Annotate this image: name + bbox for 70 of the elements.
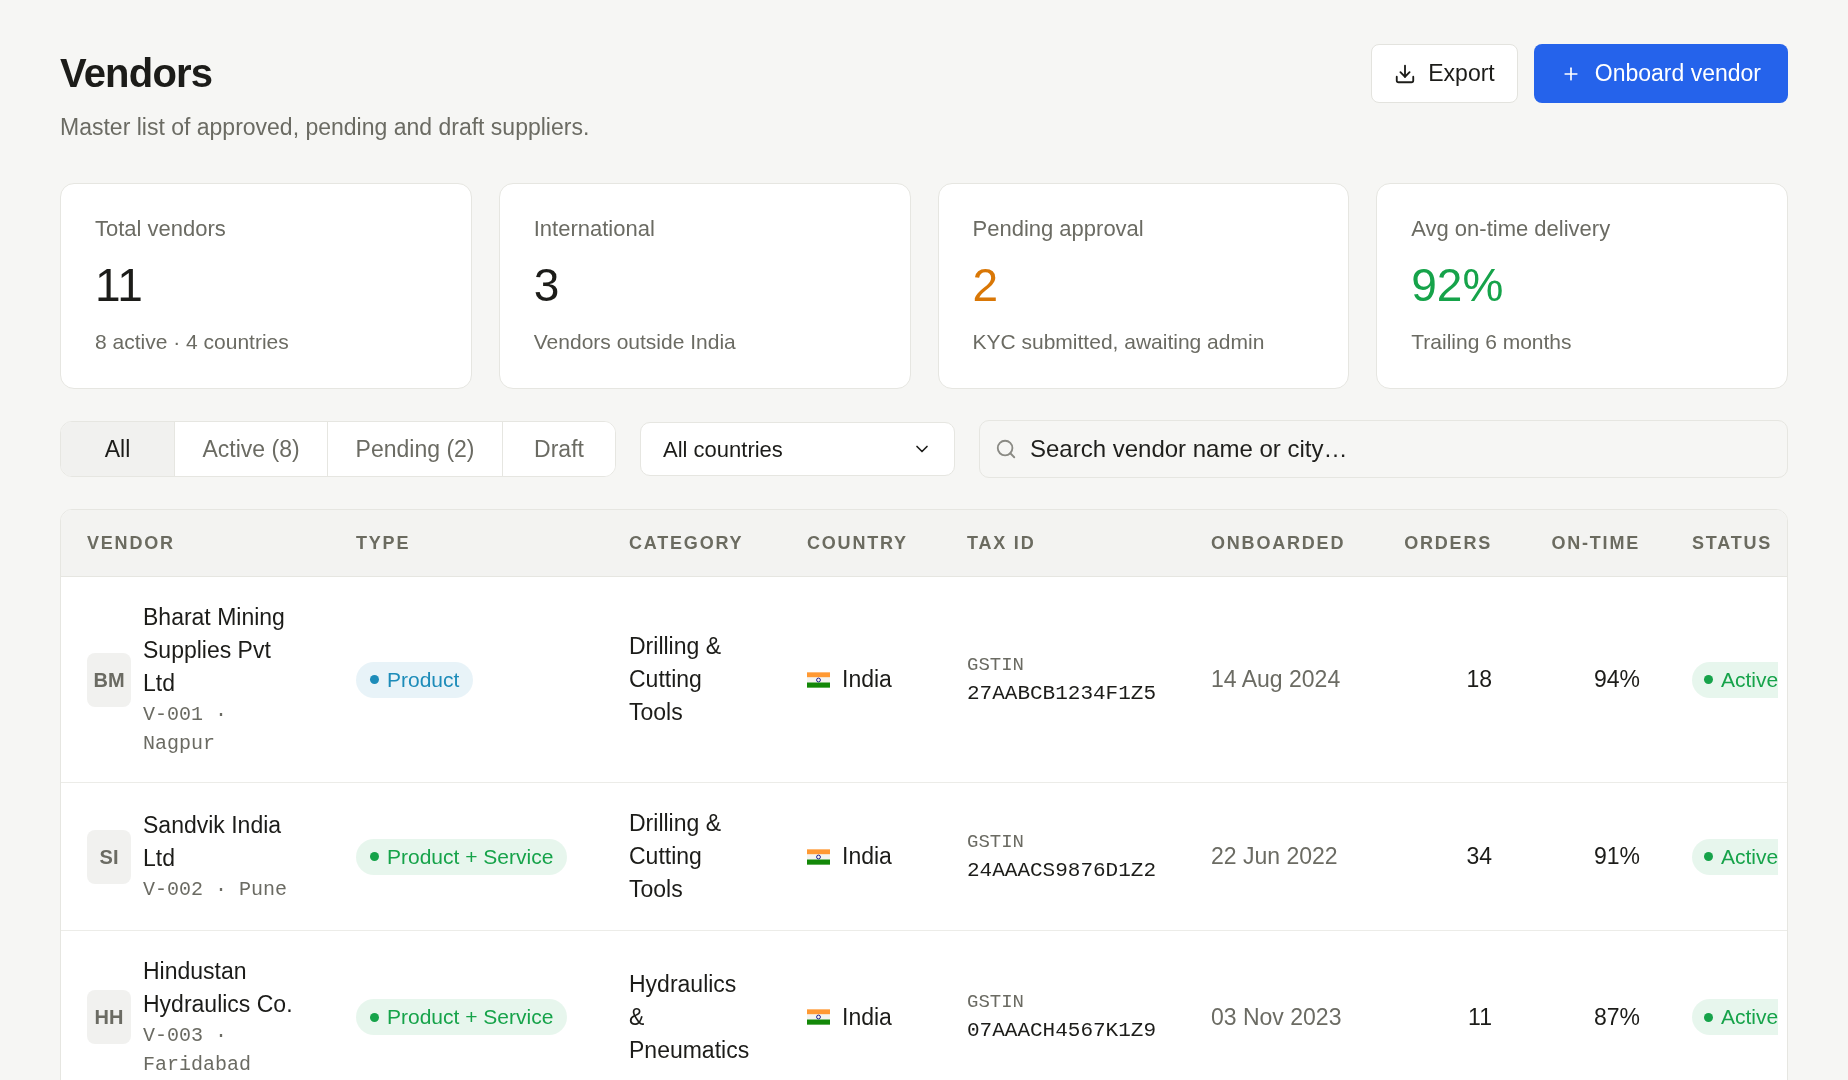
type-label: Product <box>387 666 460 693</box>
stat-value: 3 <box>533 259 560 311</box>
stat-value: 92% <box>1411 259 1504 311</box>
country-name: India <box>842 842 892 871</box>
on-time-rate: 94% <box>1593 665 1640 694</box>
stat-value: 2 <box>972 259 999 311</box>
stat-label: International <box>533 215 655 243</box>
status-label: Active <box>1721 1004 1779 1031</box>
status-label: Active <box>1721 666 1779 693</box>
stat-value: 11 <box>95 259 143 311</box>
stat-note: KYC submitted, awaiting admin <box>972 329 1265 355</box>
tax-id-value: 07AAACH4567K1Z9 <box>967 1018 1157 1044</box>
tax-id-label: GSTIN <box>967 829 1024 855</box>
category-text: Drilling & Cutting Tools <box>629 632 723 727</box>
orders-count: 18 <box>1466 665 1492 694</box>
page-subtitle: Master list of approved, pending and draft suppliers. <box>60 113 590 142</box>
country-dropdown[interactable]: All countries <box>640 422 955 476</box>
stat-label: Pending approval <box>972 215 1144 243</box>
onboarded-date: 22 Jun 2022 <box>1211 842 1338 871</box>
onboard-button[interactable]: Onboard vendor <box>1533 44 1788 103</box>
country-name: India <box>842 1002 892 1032</box>
status-label: Active <box>1721 843 1779 870</box>
page-title: Vendors <box>60 50 213 97</box>
flag-icon <box>807 848 830 865</box>
download-icon <box>1394 62 1417 85</box>
filter-tab[interactable]: All <box>61 422 174 476</box>
type-label: Product + Service <box>387 843 554 870</box>
tax-id-value: 27AABCB1234F1Z5 <box>967 680 1157 707</box>
column-header: TAX ID <box>967 531 1036 555</box>
vendor-name: Bharat Mining Supplies Pvt Ltd <box>143 603 286 698</box>
stat-note: Trailing 6 months <box>1411 329 1572 355</box>
orders-count: 34 <box>1466 842 1492 871</box>
tax-id-label: GSTIN <box>967 990 1024 1015</box>
orders-count: 11 <box>1468 1002 1492 1032</box>
on-time-rate: 87% <box>1593 1002 1640 1032</box>
column-header: STATUS <box>1692 531 1773 555</box>
initials-avatar: BM <box>87 652 131 707</box>
category-text: Hydraulics & Pneumatics <box>629 969 751 1065</box>
column-header: ONBOARDED <box>1211 531 1346 555</box>
vendor-name: Sandvik India Ltd <box>143 811 283 873</box>
country-name: India <box>842 665 892 694</box>
flag-icon <box>807 1009 830 1025</box>
stat-label: Avg on-time delivery <box>1411 215 1611 243</box>
stat-note: 8 active · 4 countries <box>95 329 289 355</box>
vendor-code-city: V-003 · Faridabad <box>143 1023 253 1078</box>
vendor-name: Hindustan Hydraulics Co. <box>143 957 294 1019</box>
stat-note: Vendors outside India <box>533 329 736 355</box>
onboarded-date: 14 Aug 2024 <box>1211 665 1341 694</box>
category-text: Drilling & Cutting Tools <box>629 809 723 904</box>
export-button[interactable]: Export <box>1371 44 1518 103</box>
filter-tab[interactable]: Draft <box>502 422 615 476</box>
tax-id-label: GSTIN <box>967 652 1024 678</box>
stat-label: Total vendors <box>95 215 226 243</box>
tax-id-value: 24AAACS9876D1Z2 <box>967 857 1157 884</box>
column-header: ORDERS <box>1404 531 1492 555</box>
column-header: VENDOR <box>87 531 175 555</box>
column-header: COUNTRY <box>807 531 908 555</box>
column-header: CATEGORY <box>629 531 744 555</box>
search-field[interactable]: Search vendor name or city… <box>979 420 1788 478</box>
type-label: Product + Service <box>387 1004 554 1031</box>
column-header: TYPE <box>356 531 411 555</box>
search-icon <box>995 438 1017 460</box>
onboarded-date: 03 Nov 2023 <box>1211 1002 1342 1032</box>
vendor-code-city: V-002 · Pune <box>143 877 289 903</box>
vendor-code-city: V-001 · Nagpur <box>143 702 228 757</box>
on-time-rate: 91% <box>1593 842 1640 871</box>
initials-avatar: HH <box>87 990 131 1044</box>
initials-avatar: SI <box>87 829 131 884</box>
flag-icon <box>807 671 830 688</box>
column-header: ON-TIME <box>1551 531 1640 555</box>
